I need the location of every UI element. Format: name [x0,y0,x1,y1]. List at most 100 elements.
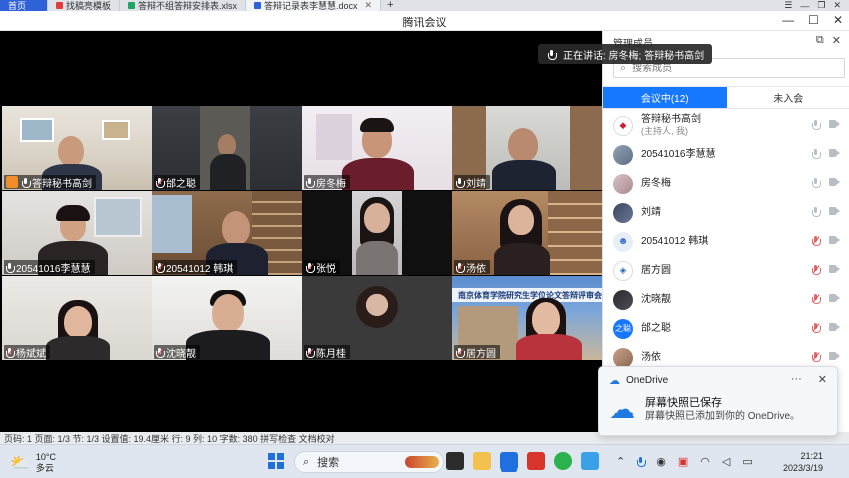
tab-not-joined[interactable]: 未入会 [727,87,849,108]
member-tabs: 会议中(12) 未入会 [603,86,849,109]
wall-decor [316,114,352,160]
camera-icon[interactable] [829,265,840,273]
wifi-icon[interactable]: ◠ [700,455,710,468]
video-tile[interactable]: 沈晓靓 [152,276,302,360]
mic-icon[interactable] [637,457,647,467]
mic-icon[interactable] [812,207,821,217]
camera-icon[interactable] [829,294,840,302]
camera-icon[interactable] [829,323,840,331]
tile-label: 刘靖 [454,175,490,190]
mic-muted-icon[interactable] [812,323,821,333]
avatar: ☻ [613,231,633,252]
video-tile[interactable]: 房冬梅 [302,106,452,190]
mic-muted-icon[interactable] [812,265,821,275]
weather-widget[interactable]: ⛅ 10°C 多云 [10,452,56,474]
more-options-icon[interactable]: ··· [791,373,802,386]
video-tile[interactable]: 汤依 [452,191,602,275]
browser-tab-schedule[interactable]: 答辩不组答辩安排表.xlsx [120,0,247,11]
member-row[interactable]: ◈ 居方圆 [603,256,849,285]
search-highlight-icon [405,456,439,468]
start-tile [277,453,284,460]
browser-tab-home[interactable]: 首页 [0,0,48,11]
member-status [812,294,840,304]
browser-tab-strip: 首页 找稿亮模板 答辩不组答辩安排表.xlsx 答辩记录表李慧慧.docx ✕ +… [0,0,849,11]
close-tab-icon[interactable]: ✕ [365,0,373,11]
browser-icon[interactable] [581,452,599,470]
mic-icon[interactable] [812,120,821,130]
mic-muted-icon[interactable] [812,294,821,304]
browser-tab-template[interactable]: 找稿亮模板 [48,0,121,11]
taskbar-apps [446,452,599,470]
close-icon[interactable]: ✕ [833,0,841,11]
camera-icon[interactable] [829,207,840,215]
wall-painting [102,120,130,140]
new-tab-icon[interactable]: + [381,0,399,11]
chevron-up-icon[interactable]: ⌃ [616,455,625,468]
member-search-input[interactable] [632,62,823,74]
close-icon[interactable]: ✕ [833,13,843,27]
camera-icon[interactable] [829,178,840,186]
member-row[interactable]: ◆ 答辩秘书高剑 (主持人, 我) [603,111,849,140]
onedrive-notification[interactable]: ☁ OneDrive ··· ✕ ☁ 屏幕快照已保存 屏幕快照已添加到你的 On… [598,366,838,436]
window [94,197,142,237]
wps-tray-icon[interactable]: ▣ [678,455,688,468]
weather-condition: 多云 [35,463,54,473]
camera-icon[interactable] [829,120,840,128]
member-row[interactable]: 房冬梅 [603,169,849,198]
video-tile[interactable]: 邰之聪 [152,106,302,190]
member-status [812,352,840,362]
member-row[interactable]: ☻ 20541012 韩琪 [603,227,849,256]
wps-icon[interactable] [527,452,545,470]
mic-icon[interactable] [812,178,821,188]
avatar: ◆ [613,115,633,136]
mic-muted-icon[interactable] [812,236,821,246]
wechat-icon[interactable] [554,452,572,470]
video-tile[interactable]: 刘靖 [452,106,602,190]
windows-start-icon[interactable] [268,453,284,469]
mic-icon[interactable] [812,149,821,159]
toast-title: 屏幕快照已保存 [645,397,722,409]
restore-icon[interactable]: ❐ [817,0,825,11]
file-explorer-icon[interactable] [473,452,491,470]
camera-icon[interactable] [829,149,840,157]
minimize-icon[interactable]: — [800,1,809,11]
tile-label: 20541016李慧慧 [4,260,95,275]
member-status [812,207,840,217]
minimize-icon[interactable]: — [782,13,794,27]
video-tile[interactable]: 杨斌斌 [2,276,152,360]
video-tile[interactable]: 张悦 [302,191,452,275]
close-icon[interactable]: ✕ [818,373,827,386]
video-tile[interactable]: 答辩秘书高剑 [2,106,152,190]
volume-icon[interactable]: ◁ [722,455,730,468]
mic-muted-icon[interactable] [812,352,821,362]
member-row[interactable]: 之聪 邰之聪 [603,314,849,343]
tile-label: 答辩秘书高剑 [4,175,96,190]
member-row[interactable]: 刘靖 [603,198,849,227]
video-tile[interactable]: 20541016李慧慧 [2,191,152,275]
app-tray-icon[interactable]: ◉ [656,455,666,468]
tencent-meeting-icon[interactable] [500,452,518,470]
mic-icon [548,49,557,60]
tab-in-meeting[interactable]: 会议中(12) [603,87,727,108]
camera-icon[interactable] [829,352,840,360]
browser-tab-record[interactable]: 答辩记录表李慧慧.docx ✕ [246,0,382,11]
tile-label: 汤依 [454,260,490,275]
camera-icon[interactable] [829,236,840,244]
taskbar-clock[interactable]: 21:21 2023/3/19 [783,450,823,474]
maximize-icon[interactable]: ☐ [808,13,819,27]
video-tile[interactable]: 20541012 韩琪 [152,191,302,275]
tile-label: 邰之聪 [154,175,200,190]
video-tile[interactable]: 南京体育学院研究生学位论文答辩评审会 居方圆 [452,276,602,360]
video-tile[interactable]: 陈月桂 [302,276,452,360]
member-row[interactable]: 沈晓靓 [603,285,849,314]
member-row[interactable]: 20541016李慧慧 [603,140,849,169]
tile-label: 陈月桂 [304,345,350,360]
task-view-icon[interactable] [446,452,464,470]
battery-icon[interactable]: ▭ [742,455,752,468]
close-panel-icon[interactable]: ✕ [832,34,841,47]
pop-out-icon[interactable]: ⧉ [816,34,824,47]
menu-icon[interactable]: ☰ [784,0,792,11]
taskbar-search[interactable]: ⌕ 搜索 [294,451,444,473]
participant-avatar [356,286,398,328]
status-text: 页码: 1 页面: 1/3 节: 1/3 设置值: 19.4厘米 行: 9 列:… [4,433,335,444]
